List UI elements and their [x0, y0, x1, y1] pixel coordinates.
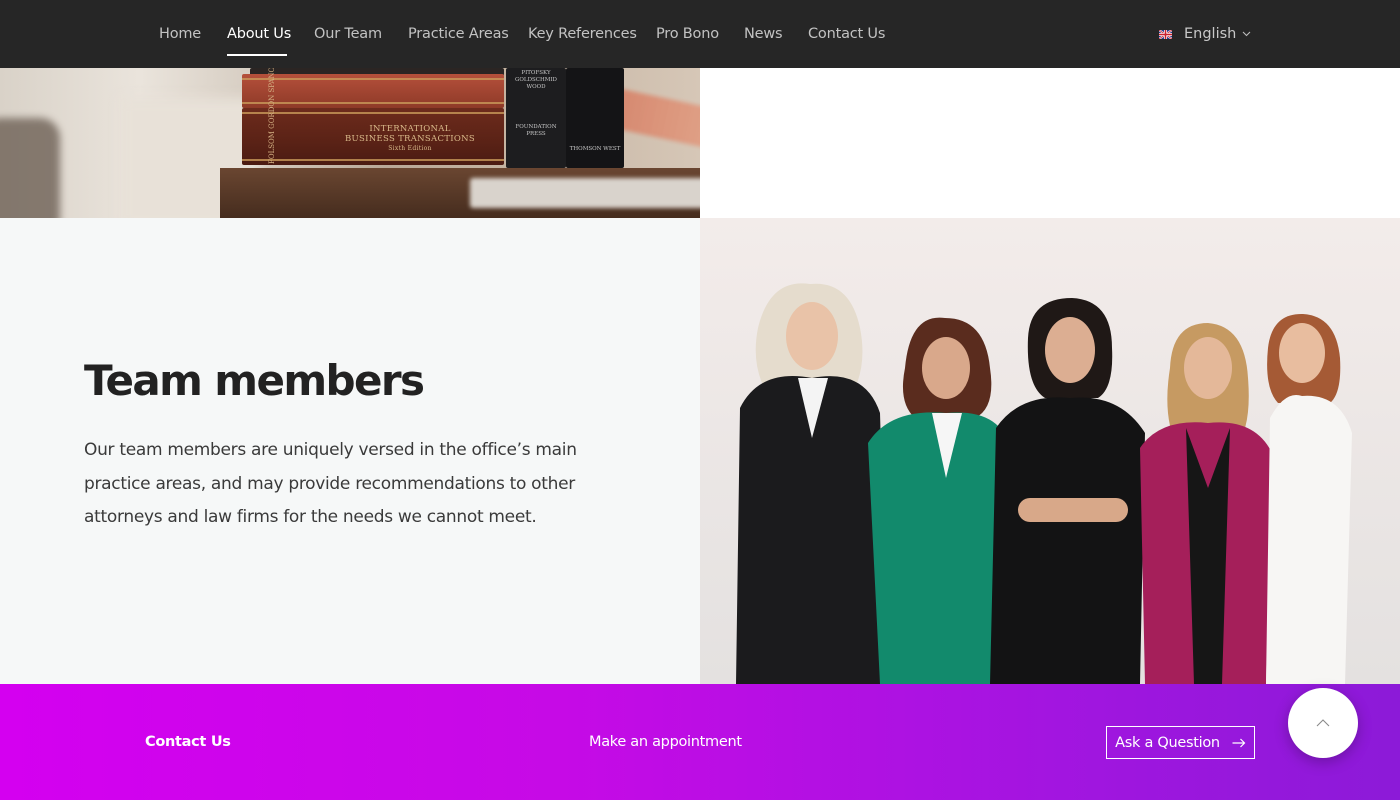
- book-publisher-text: THOMSON WEST: [569, 146, 621, 152]
- team-members-section: Team members Our team members are unique…: [0, 218, 700, 684]
- language-selector[interactable]: English: [1159, 24, 1251, 44]
- ask-question-label: Ask a Question: [1115, 734, 1220, 751]
- language-label: English: [1184, 26, 1237, 42]
- nav-item-key-references[interactable]: Key References: [528, 24, 637, 44]
- nav-item-about-us[interactable]: About Us: [227, 24, 291, 44]
- chevron-down-icon: [1242, 31, 1251, 37]
- chevron-up-icon: [1316, 719, 1330, 727]
- nav-item-practice-areas[interactable]: Practice Areas: [408, 24, 509, 44]
- team-group-illustration: [700, 218, 1400, 684]
- person-5: [1266, 313, 1352, 684]
- upper-right-panel: [700, 68, 1400, 218]
- nav-item-contact-us[interactable]: Contact Us: [808, 24, 885, 44]
- team-photo: [700, 218, 1400, 684]
- nav-item-news[interactable]: News: [744, 24, 783, 44]
- active-nav-indicator: [227, 54, 287, 56]
- book-spine-text-top: PITOFSKY GOLDSCHMID WOOD: [515, 70, 557, 90]
- book-authors: FOLSOM GORDON SPANOGLE: [268, 68, 276, 164]
- section-title: Team members: [84, 356, 425, 405]
- uk-flag-icon: [1159, 29, 1172, 39]
- blurred-chair: [0, 118, 60, 218]
- section-description: Our team members are uniquely versed in …: [84, 440, 577, 527]
- ask-question-button[interactable]: Ask a Question: [1106, 726, 1255, 759]
- book-red: [242, 74, 504, 108]
- book-spine-text-bottom: FOUNDATION PRESS: [515, 124, 557, 137]
- scroll-to-top-button[interactable]: [1288, 688, 1358, 758]
- nav-item-our-team[interactable]: Our Team: [314, 24, 382, 44]
- footer-contact-us-link[interactable]: Contact Us: [145, 734, 231, 750]
- book-black-2: [566, 68, 624, 168]
- book-title: INTERNATIONAL BUSINESS TRANSACTIONS Sixt…: [344, 124, 476, 152]
- top-navigation: Home About Us Our Team Practice Areas Ke…: [0, 0, 1400, 68]
- nav-item-pro-bono[interactable]: Pro Bono: [656, 24, 719, 44]
- law-books-image: INTERNATIONAL BUSINESS TRANSACTIONS Sixt…: [0, 68, 700, 218]
- nav-item-home[interactable]: Home: [159, 24, 201, 44]
- paper-stack: [470, 178, 700, 208]
- make-appointment-link[interactable]: Make an appointment: [589, 734, 742, 750]
- contact-footer-bar: Contact Us Make an appointment Ask a Que…: [0, 684, 1400, 800]
- arrow-right-icon: [1232, 738, 1246, 747]
